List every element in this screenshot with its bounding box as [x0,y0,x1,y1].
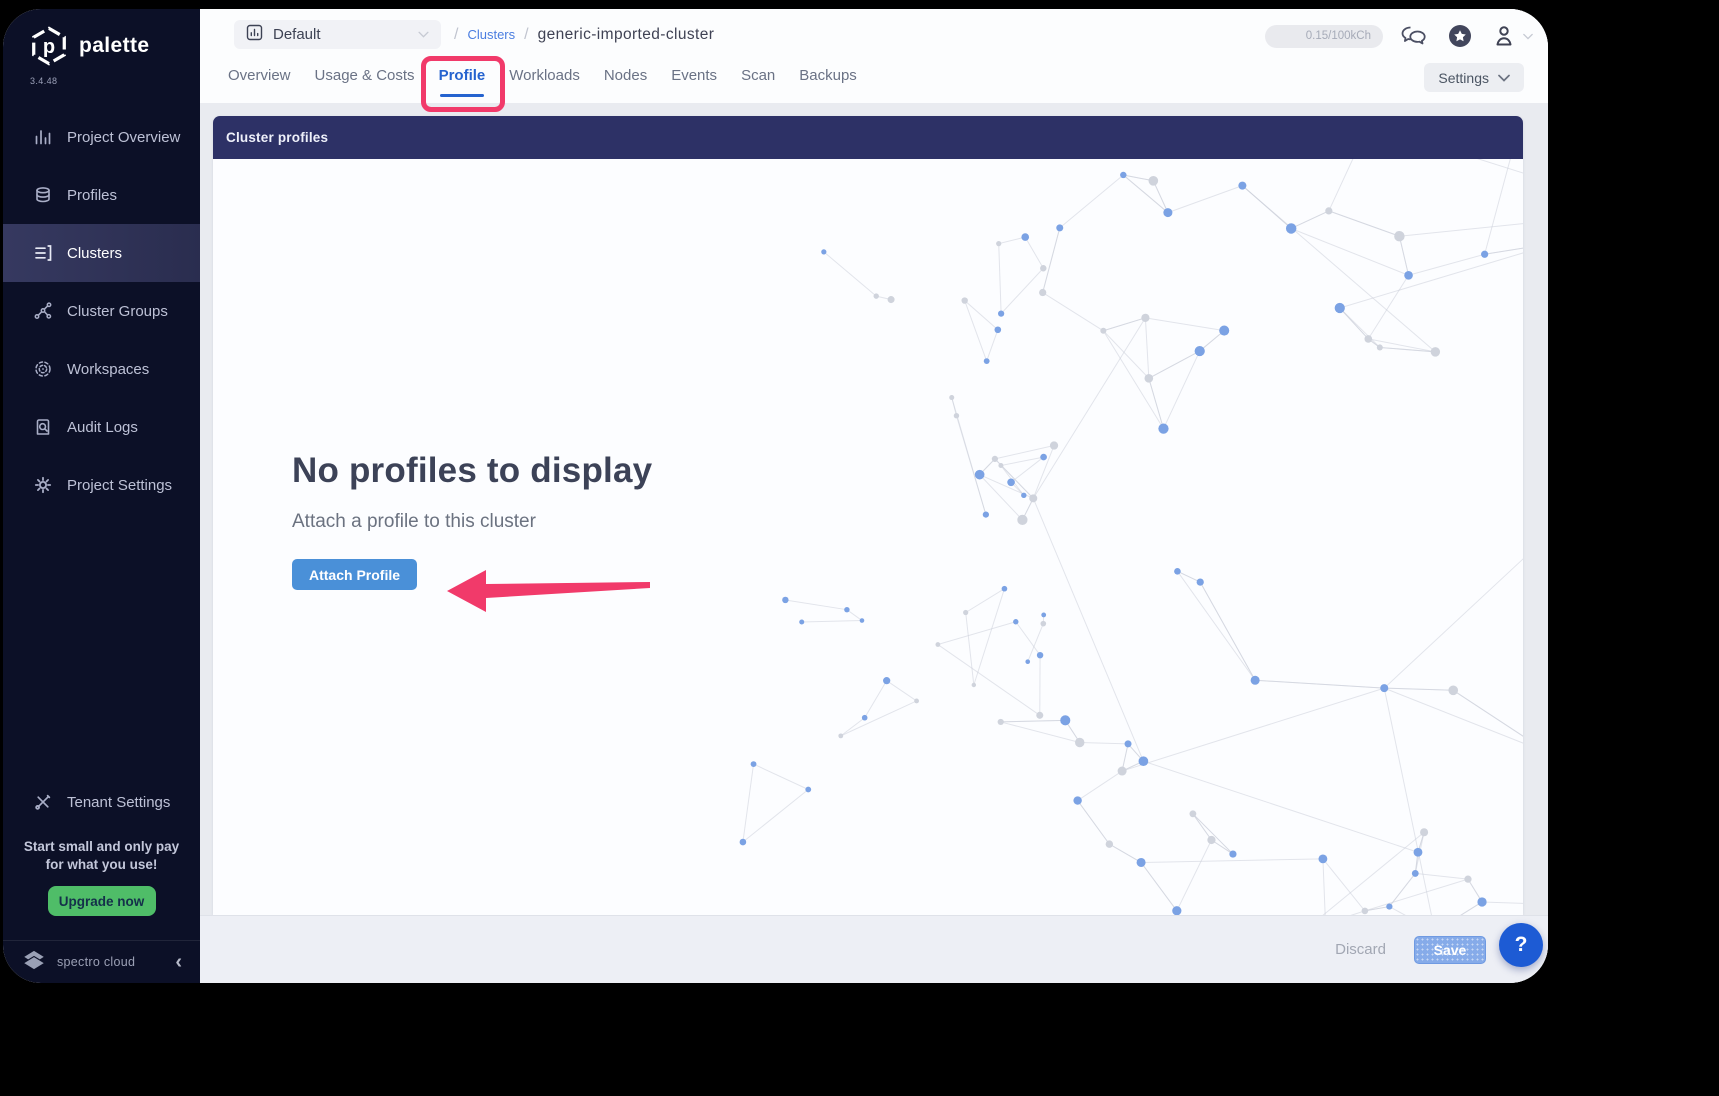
app-version: 3.4.48 [3,67,200,86]
promo-text: Start small and only pay for what you us… [3,838,200,874]
tab-events[interactable]: Events [671,67,717,84]
action-footer: Discard Save ? [200,915,1548,983]
sidebar-item-label: Tenant Settings [67,794,170,811]
user-account-menu[interactable] [1491,22,1533,50]
settings-button[interactable]: Settings [1424,63,1524,92]
topbar: Default / Clusters / generic-imported-cl… [200,9,1548,103]
chevron-down-icon [1498,74,1510,82]
sidebar-item-label: Project Settings [67,477,172,494]
sidebar-collapse-chevron[interactable]: ‹ [175,952,182,972]
cluster-list-icon [33,243,53,263]
empty-state-title: No profiles to display [292,451,912,491]
active-tab-underline [440,94,485,97]
cluster-profiles-panel: Cluster profiles No profiles to display … [213,116,1523,915]
tools-icon [33,792,53,812]
breadcrumb-current: generic-imported-cluster [538,26,715,44]
breadcrumb-separator: / [524,26,528,44]
star-badge-icon[interactable] [1445,21,1475,51]
sidebar-item-tenant-settings[interactable]: Tenant Settings [3,780,200,824]
breadcrumb-separator: / [454,26,458,44]
panel-body: No profiles to display Attach a profile … [213,159,1523,915]
chat-icon[interactable] [1399,23,1429,49]
tab-profile[interactable]: Profile [439,67,486,84]
topbar-actions: 0.15/100kCh [1265,21,1533,51]
usage-badge: 0.15/100kCh [1265,25,1383,48]
palette-logo-text: palette [79,34,150,58]
upgrade-now-button[interactable]: Upgrade now [48,886,156,916]
spectro-cloud-brand: spectro cloud [57,955,165,969]
logo-row: p palette [3,9,200,67]
sidebar-item-project-settings[interactable]: Project Settings [3,456,200,514]
breadcrumb-link-clusters[interactable]: Clusters [467,27,515,42]
chevron-down-icon [418,31,429,38]
tab-bar: Overview Usage & Costs Profile Workloads… [228,67,857,84]
project-selector[interactable]: Default [234,20,441,49]
panel-header: Cluster profiles [213,116,1523,159]
tab-usage-costs[interactable]: Usage & Costs [315,67,415,84]
sidebar-item-clusters[interactable]: Clusters [3,224,200,282]
sidebar-item-profiles[interactable]: Profiles [3,166,200,224]
annotation-arrow [446,569,652,613]
project-scope-icon [246,24,263,45]
sidebar-item-label: Cluster Groups [67,303,168,320]
content-area: Cluster profiles No profiles to display … [200,103,1548,983]
user-icon [1491,22,1517,50]
sidebar-footer: spectro cloud ‹ [3,940,200,983]
sidebar-item-label: Project Overview [67,129,180,146]
sidebar-spacer [3,514,200,780]
attach-profile-button[interactable]: Attach Profile [292,559,417,590]
sidebar-item-label: Clusters [67,245,122,262]
bar-chart-icon [33,127,53,147]
sidebar-item-audit-logs[interactable]: Audit Logs [3,398,200,456]
promo-line-2: for what you use! [3,856,200,874]
sidebar-item-project-overview[interactable]: Project Overview [3,108,200,166]
main-area: Default / Clusters / generic-imported-cl… [200,9,1548,983]
tab-backups[interactable]: Backups [799,67,857,84]
project-selector-value: Default [273,26,321,43]
gear-icon [33,475,53,495]
chevron-down-icon [1523,33,1533,40]
app-window: p palette 3.4.48 Project Overview [3,9,1548,983]
palette-logo-icon: p [28,25,70,67]
tab-nodes[interactable]: Nodes [604,67,647,84]
breadcrumb: / Clusters / generic-imported-cluster [454,20,714,49]
svg-text:p: p [43,36,55,58]
sidebar-item-label: Workspaces [67,361,149,378]
sidebar: p palette 3.4.48 Project Overview [3,9,200,983]
discard-button[interactable]: Discard [1335,941,1386,958]
spectro-cloud-logo-icon [21,947,47,978]
tab-overview[interactable]: Overview [228,67,291,84]
tab-scan[interactable]: Scan [741,67,775,84]
empty-state-subtitle: Attach a profile to this cluster [292,511,912,533]
help-button[interactable]: ? [1499,923,1543,967]
layers-icon [33,185,53,205]
sidebar-nav: Project Overview Profiles [3,108,200,514]
save-button[interactable]: Save [1414,936,1486,964]
sidebar-item-label: Profiles [67,187,117,204]
doc-search-icon [33,417,53,437]
orbit-icon [33,359,53,379]
sidebar-item-workspaces[interactable]: Workspaces [3,340,200,398]
settings-button-label: Settings [1438,70,1489,86]
tab-profile-label: Profile [439,67,486,84]
tab-workloads[interactable]: Workloads [509,67,580,84]
sidebar-item-cluster-groups[interactable]: Cluster Groups [3,282,200,340]
node-graph-icon [33,301,53,321]
promo-line-1: Start small and only pay [3,838,200,856]
sidebar-item-label: Audit Logs [67,419,138,436]
